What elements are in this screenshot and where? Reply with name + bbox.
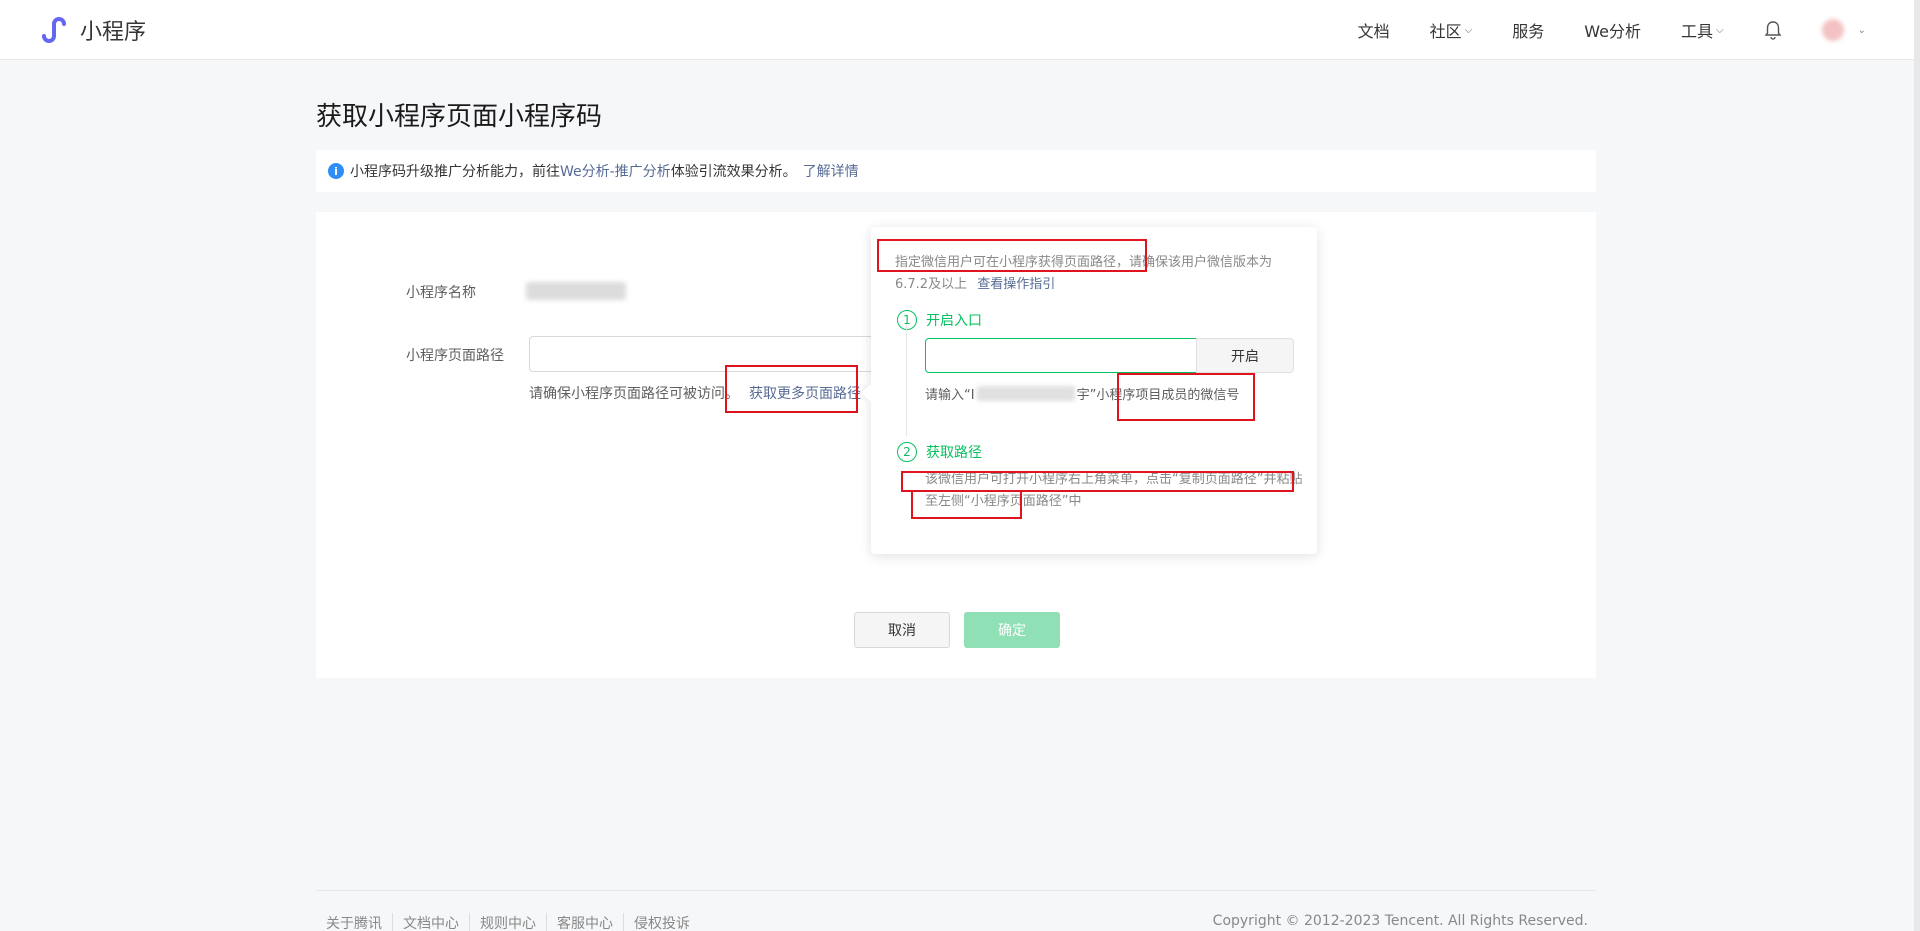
step-title: 获取路径 bbox=[926, 445, 982, 461]
footer-link-support[interactable]: 客服中心 bbox=[546, 913, 623, 931]
chevron-down-icon[interactable]: ⌄ bbox=[1858, 25, 1866, 36]
avatar[interactable] bbox=[1821, 19, 1844, 41]
logo[interactable]: 小程序 bbox=[38, 14, 146, 46]
page-path-label: 小程序页面路径 bbox=[406, 348, 504, 364]
nav-label: We分析 bbox=[1584, 22, 1641, 41]
footer-divider bbox=[316, 890, 1596, 891]
footer-link-about[interactable]: 关于腾讯 bbox=[326, 913, 392, 931]
top-navigation-bar: 小程序 文档 社区 ⌵ 服务 We分析 工具 ⌵ ⌄ bbox=[0, 0, 1914, 60]
page-path-hint-text: 请确保小程序页面路径可被访问。 bbox=[529, 386, 739, 402]
step-title: 开启入口 bbox=[926, 313, 982, 329]
footer-links: 关于腾讯 文档中心 规则中心 客服中心 侵权投诉 bbox=[326, 913, 700, 931]
nav-label: 社区 bbox=[1429, 22, 1462, 41]
cancel-button[interactable]: 取消 bbox=[854, 612, 950, 648]
copyright: Copyright © 2012-2023 Tencent. All Right… bbox=[1212, 913, 1588, 929]
notice-text: 体验引流效果分析。 bbox=[670, 164, 797, 180]
hint-text: 宇”小程序项目成员的微信号 bbox=[1076, 388, 1240, 403]
nav-item-we-analysis[interactable]: We分析 bbox=[1584, 18, 1641, 42]
nav-item-tools[interactable]: 工具 ⌵ bbox=[1681, 18, 1724, 42]
footer-link-infringement[interactable]: 侵权投诉 bbox=[623, 913, 700, 931]
logo-text: 小程序 bbox=[80, 20, 147, 45]
footer-link-docs[interactable]: 文档中心 bbox=[392, 913, 469, 931]
chevron-down-icon: ⌵ bbox=[1464, 24, 1473, 36]
step-number: 1 bbox=[897, 310, 917, 330]
miniprogram-name-value bbox=[526, 282, 626, 300]
miniprogram-logo-icon bbox=[42, 17, 66, 43]
page-scrollbar[interactable] bbox=[1914, 0, 1920, 931]
learn-more-link[interactable]: 了解详情 bbox=[803, 161, 859, 181]
view-guide-link[interactable]: 查看操作指引 bbox=[977, 277, 1055, 292]
nav-item-services[interactable]: 服务 bbox=[1512, 18, 1544, 42]
step-number: 2 bbox=[897, 442, 917, 462]
notice-bar: i 小程序码升级推广分析能力，前往 We分析-推广分析 体验引流效果分析。 了解… bbox=[316, 150, 1596, 192]
step-2: 2 获取路径 bbox=[897, 442, 982, 462]
popover-description: 指定微信用户可在小程序获得页面路径，请确保该用户微信版本为6.7.2及以上 查看… bbox=[895, 252, 1305, 296]
wechat-id-hint: 请输入“I 宇”小程序项目成员的微信号 bbox=[925, 384, 1239, 403]
footer-link-rules[interactable]: 规则中心 bbox=[469, 913, 546, 931]
page-path-input[interactable] bbox=[529, 336, 909, 372]
open-button[interactable]: 开启 bbox=[1196, 338, 1294, 373]
page-title: 获取小程序页面小程序码 bbox=[316, 102, 603, 132]
confirm-button[interactable]: 确定 bbox=[964, 612, 1060, 648]
miniprogram-name-blurred bbox=[976, 386, 1075, 401]
we-analysis-link[interactable]: We分析-推广分析 bbox=[560, 161, 671, 181]
popover-description-text: 指定微信用户可在小程序获得页面路径，请确保该用户微信版本为6.7.2及以上 bbox=[895, 255, 1273, 292]
step-connector bbox=[906, 324, 907, 436]
step-1: 1 开启入口 bbox=[897, 310, 982, 330]
wechat-id-input[interactable] bbox=[925, 338, 1197, 373]
nav-item-community[interactable]: 社区 ⌵ bbox=[1430, 18, 1473, 42]
nav-item-docs[interactable]: 文档 bbox=[1358, 18, 1390, 42]
info-icon: i bbox=[328, 163, 344, 179]
nav-label: 工具 bbox=[1681, 22, 1714, 41]
step-2-description: 该微信用户可打开小程序右上角菜单，点击“复制页面路径”并粘贴至左侧“小程序页面路… bbox=[925, 472, 1303, 509]
get-more-paths-link[interactable]: 获取更多页面路径 bbox=[749, 386, 861, 402]
bell-icon[interactable] bbox=[1764, 20, 1782, 40]
hint-text: 请输入“I bbox=[925, 388, 975, 403]
main-nav: 文档 社区 ⌵ 服务 We分析 工具 ⌵ ⌄ bbox=[1318, 0, 1866, 60]
nav-label: 服务 bbox=[1512, 22, 1545, 41]
nav-label: 文档 bbox=[1357, 22, 1390, 41]
get-path-popover: 指定微信用户可在小程序获得页面路径，请确保该用户微信版本为6.7.2及以上 查看… bbox=[871, 227, 1317, 554]
page-path-hint: 请确保小程序页面路径可被访问。 获取更多页面路径 bbox=[529, 383, 861, 403]
miniprogram-name-label: 小程序名称 bbox=[406, 285, 476, 301]
chevron-down-icon: ⌵ bbox=[1716, 24, 1724, 36]
notice-text: 小程序码升级推广分析能力，前往 bbox=[350, 164, 560, 180]
